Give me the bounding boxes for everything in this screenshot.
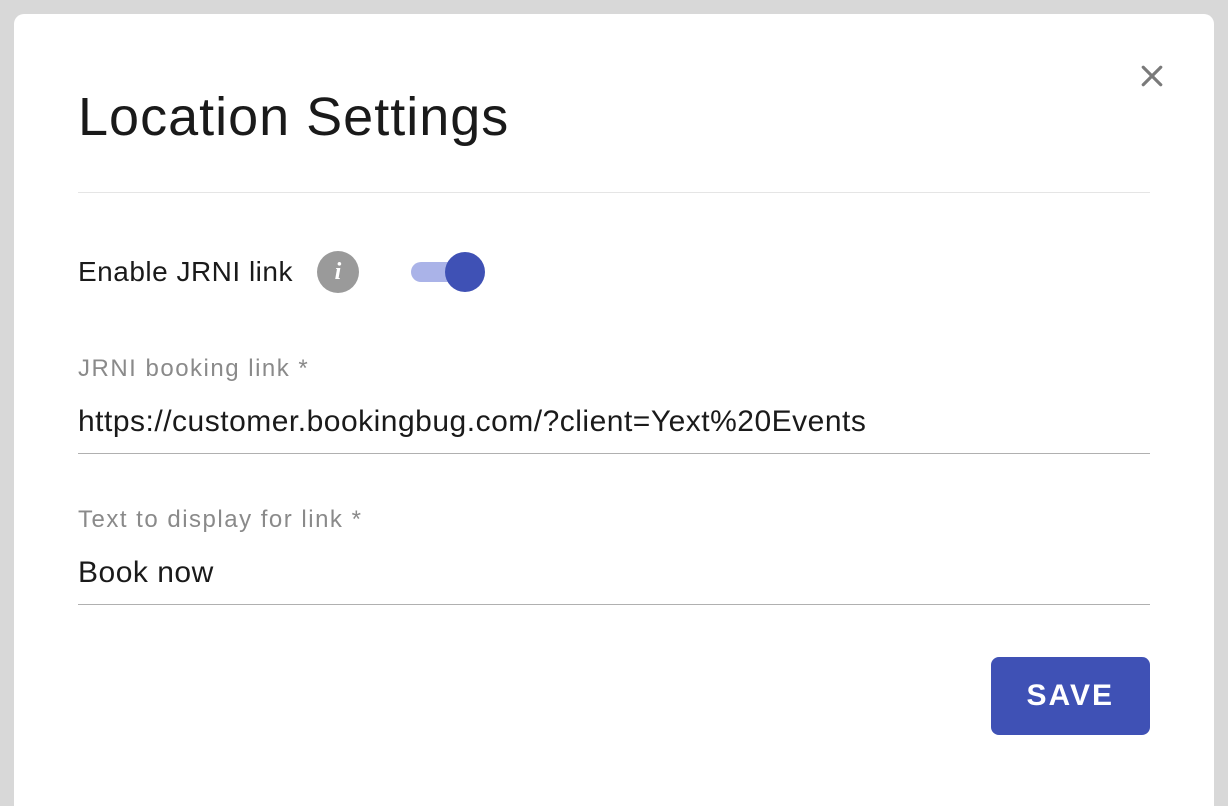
close-button[interactable]	[1134, 58, 1170, 94]
enable-jrni-label: Enable JRNI link	[78, 256, 293, 288]
enable-jrni-toggle[interactable]	[411, 252, 485, 292]
booking-link-field-group: JRNI booking link *	[78, 355, 1150, 454]
info-icon[interactable]: i	[317, 251, 359, 293]
booking-link-input[interactable]	[78, 401, 1150, 454]
booking-link-label: JRNI booking link *	[78, 355, 1150, 383]
button-row: SAVE	[78, 657, 1150, 735]
divider	[78, 192, 1150, 193]
modal-title: Location Settings	[78, 86, 1150, 148]
enable-jrni-row: Enable JRNI link i	[78, 251, 1150, 293]
display-text-input[interactable]	[78, 552, 1150, 605]
location-settings-modal: Location Settings Enable JRNI link i JRN…	[14, 14, 1214, 806]
display-text-label: Text to display for link *	[78, 506, 1150, 534]
save-button[interactable]: SAVE	[991, 657, 1150, 735]
toggle-thumb	[445, 252, 485, 292]
display-text-field-group: Text to display for link *	[78, 506, 1150, 605]
close-icon	[1137, 61, 1167, 91]
